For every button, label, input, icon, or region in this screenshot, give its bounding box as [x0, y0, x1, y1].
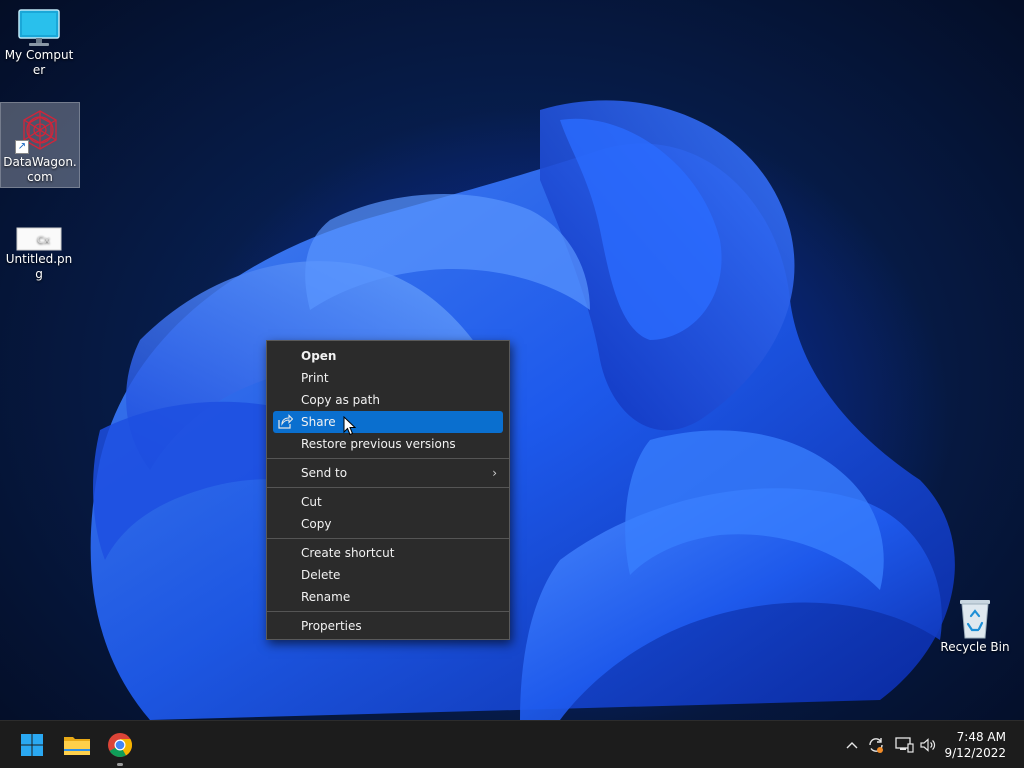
menu-item-label: Share: [301, 415, 336, 429]
chevron-up-icon[interactable]: [842, 735, 862, 755]
desktop-icon-my-computer[interactable]: My Computer: [0, 8, 78, 77]
file-explorer-icon[interactable]: [61, 729, 93, 761]
network-icon[interactable]: [894, 735, 914, 755]
menu-item-label: Copy as path: [301, 393, 380, 407]
clock-time: 7:48 AM: [956, 730, 1006, 744]
desktop-icon-label: DataWagon.com: [3, 155, 77, 184]
menu-item-copy[interactable]: Copy: [273, 513, 503, 535]
menu-item-share[interactable]: Share: [273, 411, 503, 433]
menu-item-label: Copy: [301, 517, 332, 531]
menu-item-label: Open: [301, 349, 337, 363]
menu-item-label: Send to: [301, 466, 348, 480]
chevron-right-icon: ›: [492, 466, 497, 480]
menu-item-send-to[interactable]: Send to ›: [273, 462, 503, 484]
menu-item-label: Delete: [301, 568, 341, 582]
desktop-icon-label: My Computer: [4, 48, 74, 77]
shortcut-arrow-icon: ↗: [15, 140, 29, 154]
menu-item-label: Create shortcut: [301, 546, 395, 560]
menu-item-label: Properties: [301, 619, 362, 633]
start-icon[interactable]: [16, 729, 48, 761]
menu-separator: [267, 487, 509, 488]
sync-icon[interactable]: [866, 735, 886, 755]
menu-item-cut[interactable]: Cut: [273, 491, 503, 513]
image-file-icon: Cx: [16, 227, 62, 251]
wallpaper-bloom: [90, 100, 955, 720]
share-icon: [278, 414, 293, 429]
menu-item-create-shortcut[interactable]: Create shortcut: [273, 542, 503, 564]
desktop-icon-untitled-png[interactable]: Cx Untitled.png: [0, 222, 78, 281]
menu-item-label: Cut: [301, 495, 322, 509]
monitor-icon: [18, 9, 60, 46]
volume-icon[interactable]: [918, 735, 938, 755]
desktop-icon-recycle-bin[interactable]: Recycle Bin: [936, 596, 1014, 662]
recycle-bin-icon: [960, 600, 990, 639]
mouse-cursor-icon: [343, 416, 357, 436]
menu-separator: [267, 538, 509, 539]
desktop-icon-datawagon[interactable]: ↗ DataWagon.com: [0, 102, 80, 188]
menu-item-restore-previous-versions[interactable]: Restore previous versions: [273, 433, 503, 455]
desktop-icon-label: Untitled.png: [5, 252, 73, 281]
menu-item-open[interactable]: Open: [273, 345, 503, 367]
running-indicator: [117, 763, 123, 766]
desktop[interactable]: [0, 0, 1024, 720]
svg-text:Cx: Cx: [37, 235, 50, 246]
clock-date: 9/12/2022: [944, 746, 1006, 760]
context-menu: Open Print Copy as path Share Restore pr…: [266, 340, 510, 640]
desktop-icon-label: Recycle Bin: [940, 640, 1010, 654]
chrome-icon[interactable]: [104, 729, 136, 761]
menu-item-rename[interactable]: Rename: [273, 586, 503, 608]
menu-item-label: Print: [301, 371, 329, 385]
menu-item-print[interactable]: Print: [273, 367, 503, 389]
menu-item-properties[interactable]: Properties: [273, 615, 503, 637]
menu-item-delete[interactable]: Delete: [273, 564, 503, 586]
menu-item-copy-as-path[interactable]: Copy as path: [273, 389, 503, 411]
menu-item-label: Rename: [301, 590, 351, 604]
menu-separator: [267, 458, 509, 459]
system-clock[interactable]: 7:48 AM 9/12/2022: [944, 729, 1006, 761]
menu-separator: [267, 611, 509, 612]
menu-item-label: Restore previous versions: [301, 437, 456, 451]
taskbar: 7:48 AM 9/12/2022: [0, 720, 1024, 768]
